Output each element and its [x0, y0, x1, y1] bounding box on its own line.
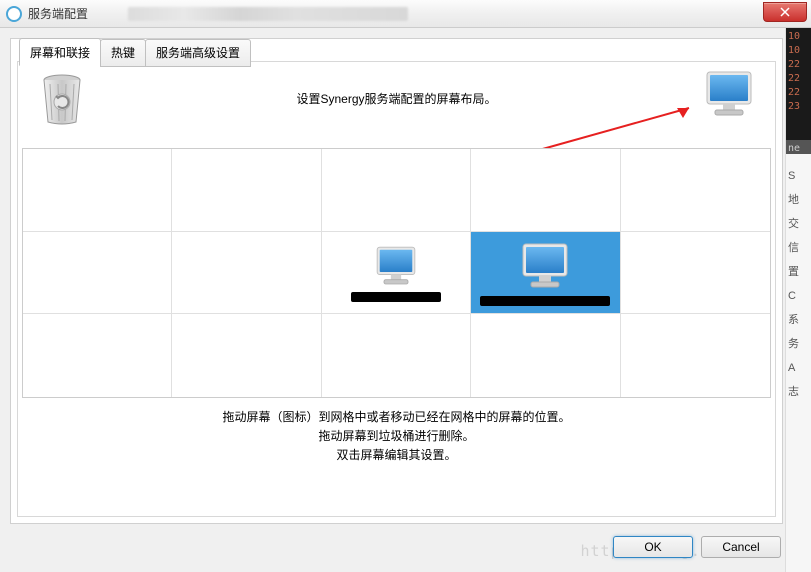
tab-advanced[interactable]: 服务端高级设置: [145, 39, 251, 67]
app-icon: [6, 6, 22, 22]
grid-cell-0-3[interactable]: [471, 149, 620, 231]
instruction-line2: 拖动屏幕到垃圾桶进行删除。: [18, 427, 775, 446]
close-icon: [780, 7, 790, 17]
grid-cell-1-4[interactable]: [621, 232, 770, 314]
dialog-content: 屏幕和联接 热键 服务端高级设置: [10, 38, 783, 524]
top-row: 设置Synergy服务端配置的屏幕布局。: [28, 72, 765, 142]
grid-cell-2-1[interactable]: [172, 314, 321, 397]
tab-bar: 屏幕和联接 热键 服务端高级设置: [19, 38, 250, 66]
screen-label-redacted: [351, 292, 441, 302]
dialog-buttons: OK Cancel: [613, 536, 781, 558]
grid-cell-2-4[interactable]: [621, 314, 770, 397]
grid-cell-0-4[interactable]: [621, 149, 770, 231]
close-button[interactable]: [763, 2, 807, 22]
grid-cell-2-2[interactable]: [322, 314, 471, 397]
instructions-bottom: 拖动屏幕（图标）到网格中或者移动已经在网格中的屏幕的位置。 拖动屏幕到垃圾桶进行…: [18, 408, 775, 466]
instruction-line3: 双击屏幕编辑其设置。: [18, 446, 775, 465]
ok-button[interactable]: OK: [613, 536, 693, 558]
tab-panel-screens: 设置Synergy服务端配置的屏幕布局。: [17, 61, 776, 517]
grid-cell-0-2[interactable]: [322, 149, 471, 231]
grid-cell-2-3[interactable]: [471, 314, 620, 397]
grid-cell-1-0[interactable]: [23, 232, 172, 314]
monitor-icon: [701, 66, 757, 122]
right-strip-dark: 10 10 22 22 22 23: [786, 28, 811, 140]
tab-hotkeys[interactable]: 热键: [100, 39, 146, 67]
grid-cell-0-0[interactable]: [23, 149, 172, 231]
title-blur-area: [128, 7, 408, 21]
instruction-top: 设置Synergy服务端配置的屏幕布局。: [28, 90, 765, 107]
cancel-button[interactable]: Cancel: [701, 536, 781, 558]
instruction-line1: 拖动屏幕（图标）到网格中或者移动已经在网格中的屏幕的位置。: [18, 408, 775, 427]
screen-label-redacted: [480, 296, 610, 306]
grid-cell-1-3[interactable]: [471, 232, 620, 314]
monitor-icon: [372, 242, 420, 290]
monitor-source[interactable]: [701, 66, 757, 125]
monitor-icon: [517, 238, 573, 294]
window-title: 服务端配置: [28, 5, 88, 22]
grid-cell-1-2[interactable]: [322, 232, 471, 314]
grid-cell-2-0[interactable]: [23, 314, 172, 397]
titlebar: 服务端配置: [0, 0, 811, 28]
screen-grid[interactable]: [22, 148, 771, 398]
right-sidebar-strip: 10 10 22 22 22 23 ne S 地 交 信 置 C 系 务 A 志: [785, 28, 811, 572]
tab-screens[interactable]: 屏幕和联接: [19, 38, 101, 66]
right-strip-light: S 地 交 信 置 C 系 务 A 志: [786, 154, 811, 414]
grid-cell-0-1[interactable]: [172, 149, 321, 231]
grid-cell-1-1[interactable]: [172, 232, 321, 314]
